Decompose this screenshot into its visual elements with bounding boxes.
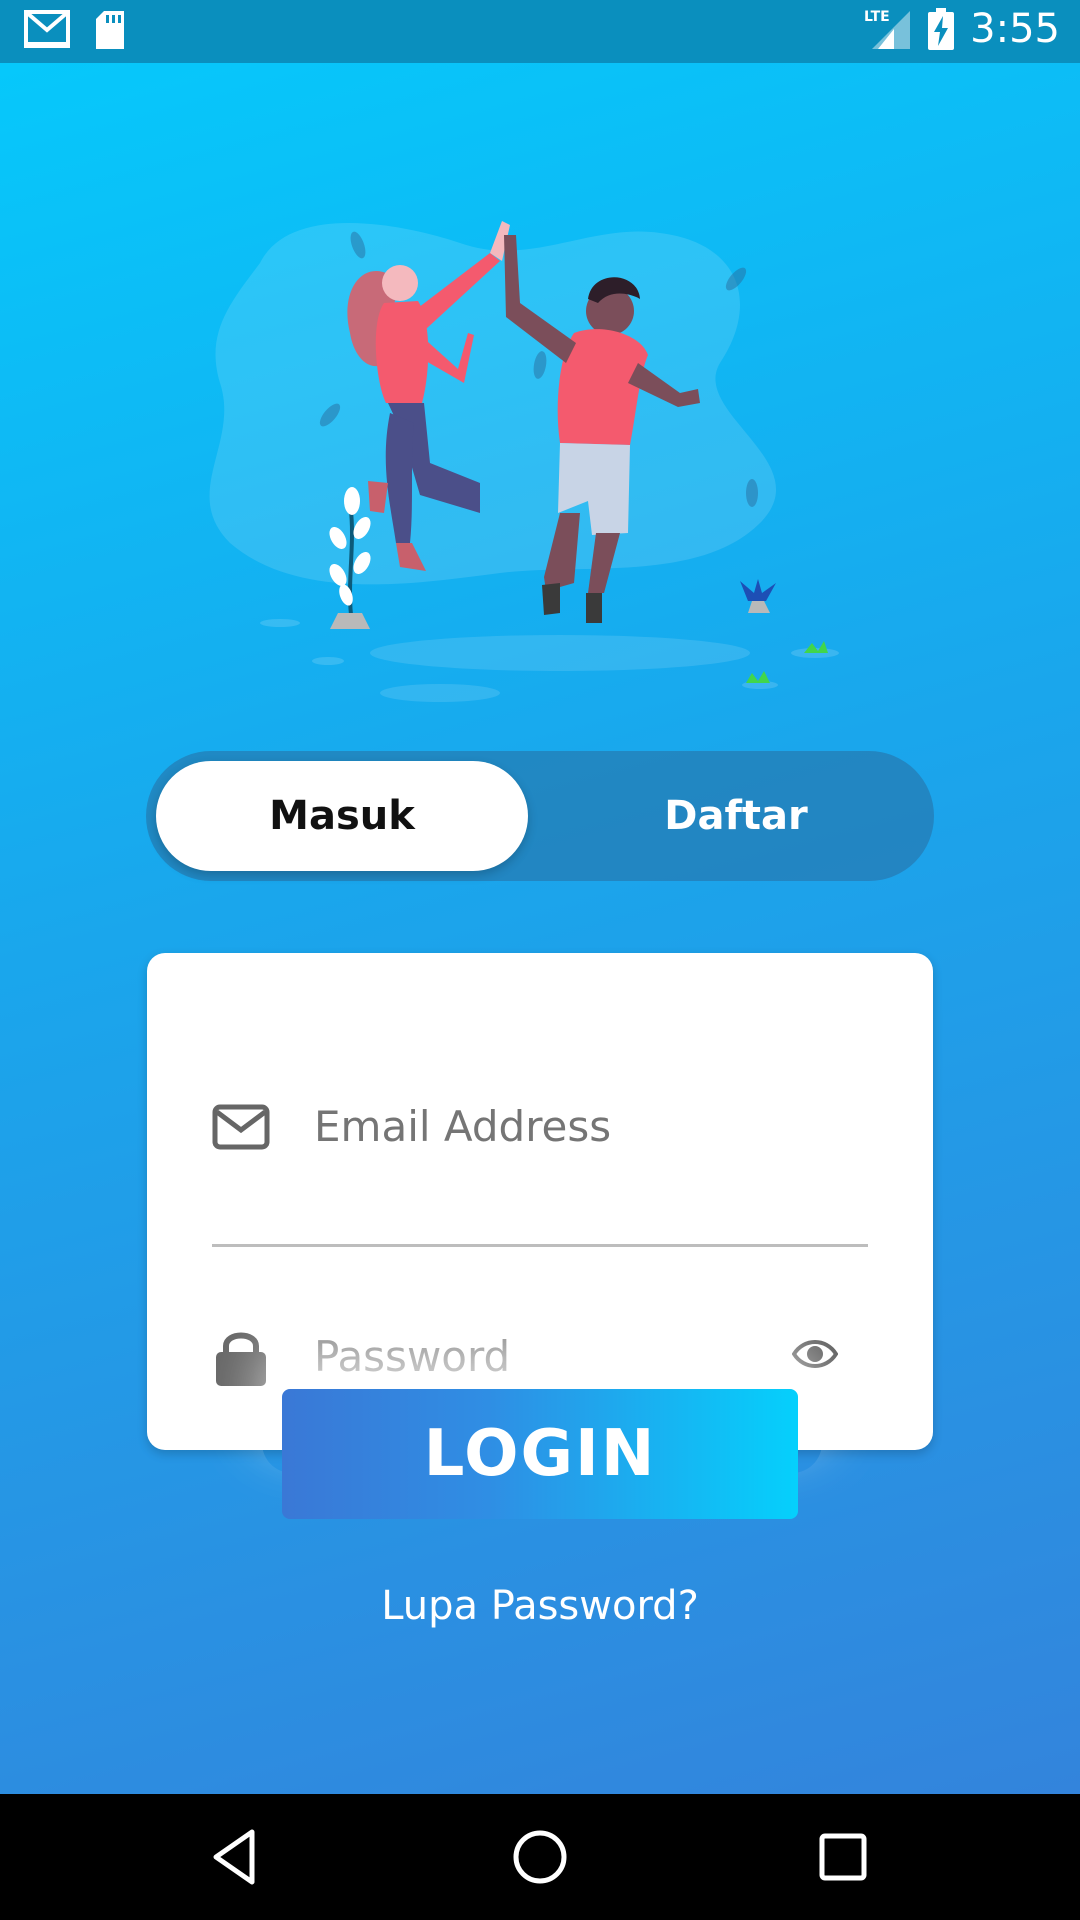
email-input[interactable] (312, 1090, 756, 1162)
lock-icon (216, 1332, 266, 1386)
login-button[interactable]: LOGIN (282, 1389, 798, 1519)
tab-masuk[interactable]: Masuk (156, 761, 528, 871)
auth-mode-toggle: Masuk Daftar (146, 751, 934, 881)
system-icons: LTE 3:55 (864, 6, 1060, 52)
back-icon[interactable] (202, 1824, 268, 1890)
envelope-icon (212, 1104, 270, 1150)
home-icon[interactable] (507, 1824, 573, 1890)
svg-text:LTE: LTE (864, 9, 890, 25)
email-field-row (212, 1068, 868, 1178)
status-bar: LTE 3:55 (0, 0, 1080, 63)
navigation-bar (0, 1794, 1080, 1920)
high-five-illustration (209, 221, 839, 702)
gmail-icon (24, 10, 70, 48)
clock: 3:55 (970, 6, 1060, 52)
tab-daftar[interactable]: Daftar (550, 761, 922, 871)
sd-card-icon (96, 11, 124, 49)
email-underline (212, 1244, 868, 1247)
eye-icon[interactable] (792, 1336, 838, 1372)
notification-icons (24, 10, 126, 50)
forgot-password-link[interactable]: Lupa Password? (0, 1583, 1080, 1629)
signal-icon: LTE (864, 9, 911, 49)
login-screen: Masuk Daftar LOGIN Lupa Password? (0, 63, 1080, 1794)
recents-icon[interactable] (810, 1824, 876, 1890)
battery-charging-icon (928, 8, 955, 50)
